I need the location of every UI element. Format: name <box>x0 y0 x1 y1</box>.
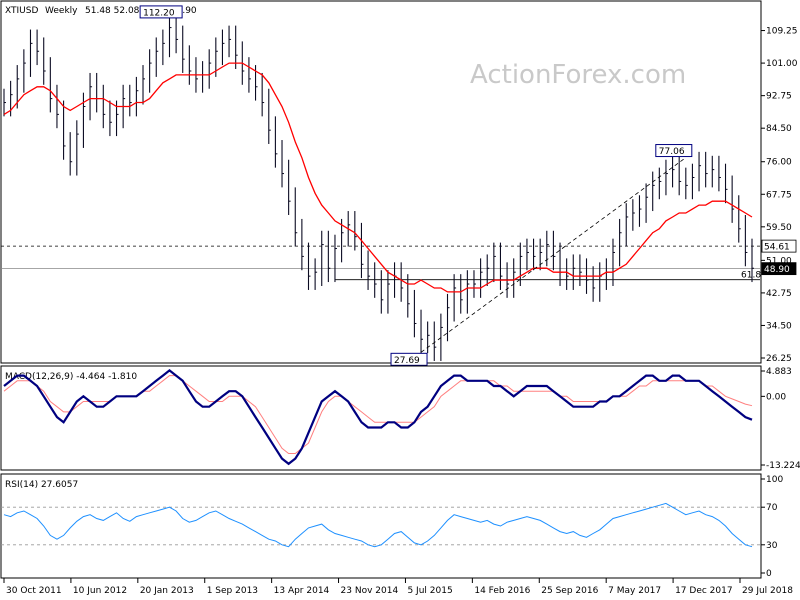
x-tick-label: 14 Feb 2016 <box>474 586 530 596</box>
price-tick-label: 76.00 <box>766 158 792 168</box>
x-tick-label: 10 Jun 2012 <box>73 586 127 596</box>
rsi-tick-label: 0 <box>766 569 772 579</box>
price-tick-label: 92.75 <box>766 92 792 102</box>
macd-line <box>3 368 753 466</box>
macd-tick-label: -13.224 <box>766 461 800 471</box>
x-tick-label: 5 Jul 2015 <box>407 586 452 596</box>
moving-average-line <box>3 62 753 293</box>
rsi-title: RSI(14) 27.6057 <box>5 480 78 490</box>
x-tick-label: 13 Apr 2014 <box>274 586 330 596</box>
macd-signal-line <box>3 375 753 454</box>
rsi-tick-label: 70 <box>766 503 778 513</box>
price-tick-label: 26.25 <box>766 354 792 364</box>
price-tag-label: 54.61 <box>764 243 790 253</box>
rsi-levels <box>1 506 760 546</box>
price-tick-label: 67.75 <box>766 190 792 200</box>
x-tick-label: 25 Sep 2016 <box>541 586 598 596</box>
x-tick-label: 20 Jan 2013 <box>140 586 194 596</box>
trendline <box>420 157 687 353</box>
price-tick-label: 59.50 <box>766 223 792 233</box>
chart-title: XTIUSD <box>5 6 38 16</box>
price-tick-label: 109.25 <box>766 27 798 37</box>
x-tick-label: 7 May 2017 <box>608 586 661 596</box>
rsi-tick-label: 30 <box>766 541 778 551</box>
rsi-y-ticks: 100 70 30 0 <box>761 475 783 579</box>
chart-timeframe: Weekly <box>45 6 78 16</box>
price-tick-label: 101.00 <box>766 59 798 69</box>
x-tick-label: 1 Sep 2013 <box>207 586 258 596</box>
x-tick-label: 23 Nov 2014 <box>341 586 399 596</box>
level-label-fib-61.8: 61.8 <box>741 271 761 281</box>
annotation-label: 77.06 <box>659 147 685 157</box>
x-tick-label: 29 Jul 2018 <box>742 586 793 596</box>
price-tick-label: 84.50 <box>766 124 792 134</box>
price-y-ticks: 109.25101.0092.7584.5076.0067.7559.5051.… <box>761 27 798 364</box>
rsi-line <box>3 502 753 548</box>
macd-tick-label: 4.883 <box>766 367 792 377</box>
x-axis: 30 Oct 2011 10 Jun 2012 20 Jan 2013 1 Sep 2… <box>3 578 793 596</box>
watermark: ActionForex.com <box>470 60 686 90</box>
macd-tick-label: 0.00 <box>766 392 786 402</box>
x-tick-label: 17 Dec 2017 <box>675 586 733 596</box>
price-tag-label: 48.90 <box>764 265 790 275</box>
chart-canvas: XTIUSD Weekly 51.48 52.08 48.09 48.90 Ac… <box>0 0 800 596</box>
macd-y-ticks: 4.883 0.00 -13.224 <box>761 367 800 471</box>
rsi-panel <box>0 473 762 579</box>
x-tick-label: 30 Oct 2011 <box>6 586 62 596</box>
annotation-label: 112.20 <box>143 8 175 18</box>
price-tick-label: 42.75 <box>766 289 792 299</box>
annotation-label: 27.69 <box>394 356 420 366</box>
price-tick-label: 34.50 <box>766 321 792 331</box>
rsi-tick-label: 100 <box>766 475 783 485</box>
